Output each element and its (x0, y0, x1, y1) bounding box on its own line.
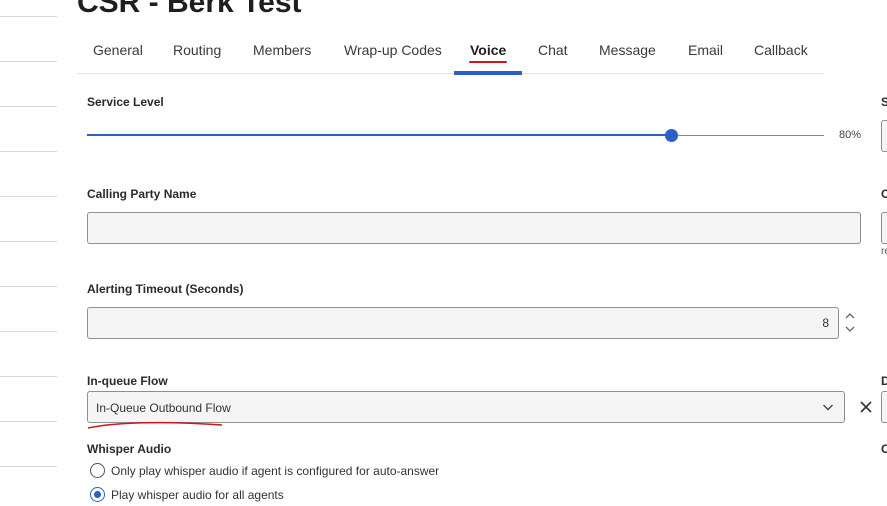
annotation-underline (469, 61, 507, 63)
queue-list-divider (0, 196, 57, 197)
whisper-audio-label: Whisper Audio (87, 442, 172, 456)
calling-party-name-label: Calling Party Name (87, 187, 197, 201)
inqueue-flow-select[interactable]: In-Queue Outbound Flow (87, 391, 845, 423)
right-column-label: D (881, 374, 887, 388)
service-level-slider[interactable] (87, 129, 824, 142)
page-title: CSR - Berk Test (77, 0, 302, 19)
slider-fill (87, 134, 671, 136)
close-icon[interactable] (858, 399, 874, 415)
right-column-input[interactable] (881, 391, 887, 423)
chevron-down-icon (823, 404, 833, 411)
radio-button[interactable] (90, 487, 105, 502)
right-column-helper-text: re (881, 246, 887, 257)
alerting-timeout-input[interactable]: 8 (87, 307, 839, 339)
queue-list-divider (0, 16, 57, 17)
tab-wrap-up-codes[interactable]: Wrap-up Codes (344, 42, 442, 58)
tab-callback[interactable]: Callback (754, 42, 808, 58)
slider-thumb[interactable] (665, 129, 678, 142)
right-column-input[interactable] (881, 120, 887, 152)
tab-routing[interactable]: Routing (173, 42, 221, 58)
tab-general[interactable]: General (93, 42, 143, 58)
queue-list-divider (0, 421, 57, 422)
right-column-label: C (881, 442, 887, 456)
service-level-label: Service Level (87, 95, 164, 109)
inqueue-flow-label: In-queue Flow (87, 374, 168, 388)
queue-list-divider (0, 151, 57, 152)
active-tab-indicator (454, 71, 522, 75)
tab-voice[interactable]: Voice (470, 42, 506, 58)
queue-list-divider (0, 286, 57, 287)
alerting-timeout-value: 8 (822, 316, 829, 330)
queue-list-divider (0, 241, 57, 242)
queue-list-divider (0, 106, 57, 107)
radio-button[interactable] (90, 463, 105, 478)
chevron-up-icon[interactable] (844, 310, 856, 322)
inqueue-flow-value: In-Queue Outbound Flow (96, 401, 231, 415)
right-column-label: C (881, 187, 887, 201)
queue-list-divider (0, 61, 57, 62)
queue-list-divider (0, 376, 57, 377)
chevron-down-icon[interactable] (844, 323, 856, 335)
annotation-underline (87, 421, 223, 429)
right-column-label: S (881, 95, 887, 109)
alerting-timeout-label: Alerting Timeout (Seconds) (87, 282, 244, 296)
service-level-value: 80% (839, 129, 862, 141)
calling-party-name-input[interactable] (87, 212, 861, 244)
queue-list-column (0, 0, 57, 506)
right-column-input[interactable] (881, 212, 887, 244)
radio-label: Only play whisper audio if agent is conf… (111, 464, 440, 478)
tab-members[interactable]: Members (253, 42, 311, 58)
tab-bar: General Routing Members Wrap-up Codes Vo… (77, 34, 824, 75)
radio-label: Play whisper audio for all agents (111, 488, 284, 502)
queue-list-divider (0, 331, 57, 332)
tab-chat[interactable]: Chat (538, 42, 568, 58)
queue-list-divider (0, 466, 57, 467)
tab-email[interactable]: Email (688, 42, 723, 58)
tab-message[interactable]: Message (599, 42, 656, 58)
